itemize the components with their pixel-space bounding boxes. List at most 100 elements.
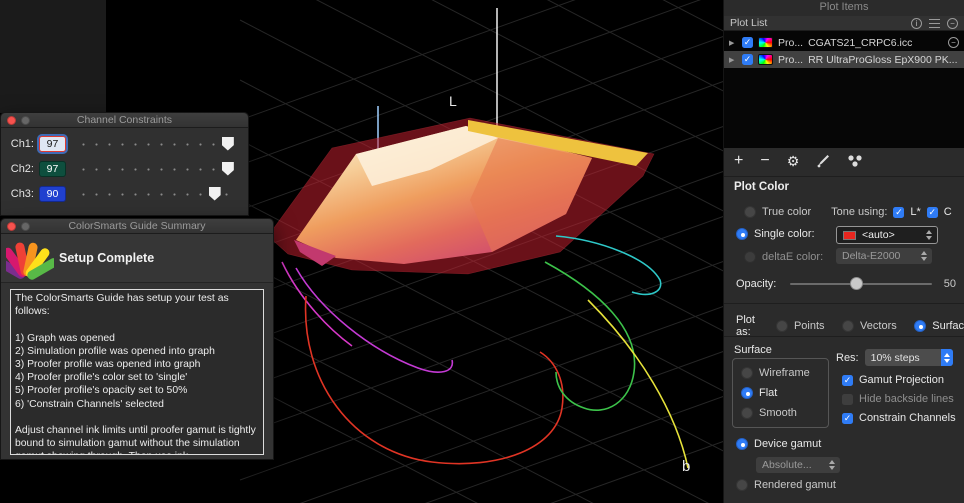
ch3-value-field[interactable]: 90 [39,186,66,202]
plot-items-panel: Plot Items Plot List i − ▶ ✓ Pro... CGAT… [723,0,964,503]
disclosure-icon[interactable]: ▶ [729,39,737,47]
opacity-label: Opacity: [736,278,784,290]
visibility-checkbox[interactable]: ✓ [742,54,753,65]
panel-title: Plot Items [724,1,964,13]
remove-item-icon[interactable]: − [948,37,959,48]
channel-constraints-titlebar[interactable]: Channel Constraints [1,113,248,128]
rendering-intent-popup[interactable]: Absolute... [756,457,840,473]
ch2-label: Ch2: [7,163,34,175]
gamut-projection-label: Gamut Projection [859,374,944,386]
plot-as-label: Plot as: [736,314,761,338]
close-button[interactable] [7,222,16,231]
list-menu-icon[interactable] [929,19,940,28]
color-swatch [843,231,856,240]
deltae-color-radio[interactable] [744,251,756,263]
rendered-gamut-row: Rendered gamut [736,479,836,491]
slider-ticks [77,137,238,152]
smooth-label: Smooth [759,407,797,419]
profile-prefix: Pro... [778,37,803,49]
measure-dropper-button[interactable] [816,154,830,169]
popup-chevrons-icon [918,251,930,261]
window-title: Channel Constraints [1,113,248,128]
slider-ticks [77,162,238,177]
plot-as-surface-radio[interactable] [914,320,926,332]
true-color-radio[interactable] [744,206,756,218]
profile-prefix: Pro... [778,54,803,66]
slider-thumb[interactable] [850,277,863,290]
hide-backside-label: Hide backside lines [859,393,954,405]
ch1-value-field[interactable]: 97 [39,136,66,152]
disclosure-icon[interactable]: ▶ [729,56,737,64]
settings-gear-button[interactable]: ⚙ [787,153,800,169]
opacity-value: 50 [938,278,956,290]
channel-row: Ch1: 97 [7,135,240,153]
minimize-button[interactable] [21,222,30,231]
resolution-row: Res: 10% steps [836,349,953,366]
plot-list: ▶ ✓ Pro... CGATS21_CRPC6.icc − ▶ ✓ Pro..… [724,31,964,148]
add-profile-button[interactable]: + [734,153,743,169]
ch2-value-field[interactable]: 97 [39,161,66,177]
plot-as-vectors-radio[interactable] [842,320,854,332]
guide-summary-text: The ColorSmarts Guide has setup your tes… [10,289,264,455]
hide-backside-row: Hide backside lines [842,393,954,405]
minimize-button[interactable] [21,116,30,125]
gamut-color-icon [758,54,773,65]
surface-mode-group: Wireframe Flat Smooth [732,358,829,428]
single-color-radio[interactable] [736,228,748,240]
deltae-method-popup[interactable]: Delta-E2000 [836,248,932,264]
device-gamut-row: Device gamut [736,438,821,450]
true-color-row: True color Tone using: ✓ L* ✓ C [744,206,952,218]
deltae-color-label: deltaE color: [762,251,823,263]
channel-row: Ch3: 90 [7,185,240,203]
wireframe-row: Wireframe [741,367,828,379]
plot-list-label: Plot List [730,17,767,29]
gamut-color-icon [758,37,773,48]
smooth-row: Smooth [741,407,828,419]
device-gamut-radio[interactable] [736,438,748,450]
true-color-label: True color [762,206,811,218]
tone-c-checkbox[interactable]: ✓ [927,207,938,218]
gamut-projection-checkbox[interactable]: ✓ [842,375,853,386]
ch1-slider[interactable] [75,137,240,152]
group-items-button[interactable] [847,154,864,168]
constrain-channels-row: ✓ Constrain Channels [842,412,956,424]
popup-chevrons-icon [941,349,953,366]
colorsmarts-titlebar[interactable]: ColorSmarts Guide Summary [1,219,273,234]
channel-row: Ch2: 97 [7,160,240,178]
tone-l-checkbox[interactable]: ✓ [893,207,904,218]
wireframe-label: Wireframe [759,367,810,379]
rendered-gamut-radio[interactable] [736,479,748,491]
rendered-gamut-label: Rendered gamut [754,479,836,491]
collapse-icon[interactable]: − [947,18,958,29]
wireframe-radio[interactable] [741,367,753,379]
plot-list-row-selected[interactable]: ▶ ✓ Pro... RR UltraProGloss EpX900 PK... [724,51,964,68]
hide-backside-checkbox[interactable] [842,394,853,405]
plot-as-vectors-label: Vectors [860,320,897,332]
single-color-label: Single color: [754,228,815,240]
remove-profile-button[interactable]: − [760,153,769,169]
single-color-popup[interactable]: <auto> [836,226,938,244]
single-color-row: Single color: [736,228,815,240]
tone-using-label: Tone using: [831,206,887,218]
info-icon[interactable]: i [911,18,922,29]
divider [724,336,964,337]
gamut-projection-row: ✓ Gamut Projection [842,374,944,386]
smooth-radio[interactable] [741,407,753,419]
constrain-channels-checkbox[interactable]: ✓ [842,413,853,424]
channel-constraints-window: Channel Constraints Ch1: 97 Ch2: 97 Ch3:… [0,112,249,216]
ch3-label: Ch3: [7,188,34,200]
plot-list-row[interactable]: ▶ ✓ Pro... CGATS21_CRPC6.icc − [724,34,964,51]
popup-chevrons-icon [826,460,838,470]
ch2-slider[interactable] [75,162,240,177]
profile-name: RR UltraProGloss EpX900 PK... [808,54,957,66]
background-window-corner [0,0,106,113]
ch1-label: Ch1: [7,138,34,150]
flat-radio[interactable] [741,387,753,399]
plot-as-points-radio[interactable] [776,320,788,332]
opacity-slider[interactable] [790,277,932,291]
ch3-slider[interactable] [75,187,240,202]
resolution-popup[interactable]: 10% steps [865,349,953,366]
deltae-color-row: deltaE color: [744,251,823,263]
close-button[interactable] [7,116,16,125]
visibility-checkbox[interactable]: ✓ [742,37,753,48]
